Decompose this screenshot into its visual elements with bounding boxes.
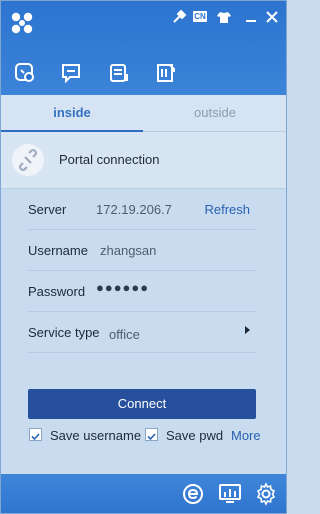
minimize-icon[interactable] bbox=[243, 9, 259, 25]
info-list-icon[interactable] bbox=[108, 62, 130, 84]
notes-icon[interactable] bbox=[155, 62, 177, 84]
chevron-right-icon[interactable] bbox=[245, 326, 250, 334]
browser-e-icon[interactable] bbox=[181, 482, 205, 506]
more-link[interactable]: More bbox=[231, 428, 261, 443]
service-type-label: Service type bbox=[28, 325, 100, 340]
password-row[interactable]: Password ●●●●●● bbox=[28, 271, 256, 312]
tab-outside[interactable]: outside bbox=[143, 95, 286, 131]
close-icon[interactable] bbox=[264, 9, 280, 25]
network-tabs: inside outside bbox=[1, 95, 286, 132]
save-pwd-checkbox[interactable] bbox=[145, 428, 158, 441]
connection-icon[interactable] bbox=[14, 62, 36, 84]
app-logo bbox=[11, 12, 33, 34]
header-bar: CN bbox=[1, 1, 286, 95]
portal-connection-label: Portal connection bbox=[59, 152, 160, 167]
service-type-row[interactable]: Service type office bbox=[28, 312, 256, 353]
password-field[interactable]: ●●●●●● bbox=[96, 280, 149, 295]
app-window: CN inside outside Portal connection Serv… bbox=[0, 0, 287, 514]
save-pwd-label[interactable]: Save pwd bbox=[166, 428, 223, 443]
username-row[interactable]: Username zhangsan bbox=[28, 230, 256, 271]
service-type-select[interactable]: office bbox=[109, 327, 140, 342]
save-username-checkbox[interactable] bbox=[29, 428, 42, 441]
refresh-link[interactable]: Refresh bbox=[204, 202, 250, 217]
footer-bar bbox=[1, 474, 286, 513]
tools-icon[interactable] bbox=[171, 9, 187, 25]
username-label: Username bbox=[28, 243, 88, 258]
gear-icon[interactable] bbox=[254, 482, 278, 506]
portal-icon-circle bbox=[12, 144, 44, 176]
username-field[interactable]: zhangsan bbox=[100, 243, 156, 258]
connect-button[interactable]: Connect bbox=[28, 389, 256, 419]
language-button[interactable]: CN bbox=[193, 11, 207, 22]
check-icon bbox=[31, 433, 40, 441]
password-label: Password bbox=[28, 284, 86, 299]
server-label: Server bbox=[28, 202, 67, 217]
monitor-chart-icon[interactable] bbox=[218, 482, 242, 506]
server-row: Server 172.19.206.7 Refresh bbox=[28, 189, 256, 230]
portal-connection-row[interactable]: Portal connection bbox=[1, 132, 286, 189]
server-value: 172.19.206.7 bbox=[96, 202, 172, 217]
save-username-label[interactable]: Save username bbox=[50, 428, 141, 443]
message-icon[interactable] bbox=[60, 62, 82, 84]
shirt-icon[interactable] bbox=[216, 9, 232, 25]
tab-inside[interactable]: inside bbox=[1, 95, 143, 131]
check-icon bbox=[147, 433, 156, 441]
broken-link-icon bbox=[19, 149, 37, 171]
